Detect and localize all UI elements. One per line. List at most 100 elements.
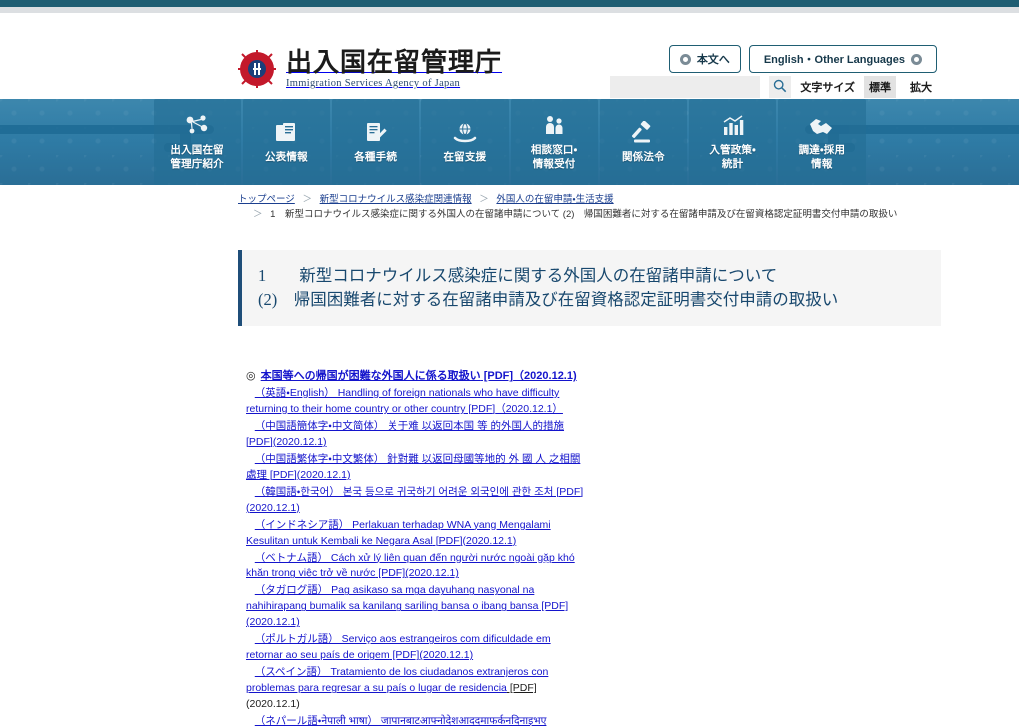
document-link-item: ◎ 本国等への帰国が困難な外国人に係る取扱い [PDF]（2020.12.1)	[246, 368, 586, 385]
pdf-date-zh-cn: (2020.12.1)	[272, 435, 327, 448]
top-accent-bar	[0, 0, 1019, 7]
breadcrumb-current: 1 新型コロナウイルス感染症に関する外国人の在留諸申請について (2) 帰国困難…	[270, 208, 898, 220]
language-switch-button[interactable]: English・Other Languages	[748, 45, 937, 73]
pdf-date-vi: (2020.12.1)	[405, 567, 459, 580]
nav-label: 調達・採用 情報	[798, 144, 846, 170]
pdf-date-ko: (2020.12.1)	[246, 501, 300, 514]
nav-label: 各種手続	[354, 150, 398, 163]
pdf-date-ja: （2020.12.1)	[513, 370, 577, 383]
breadcrumb-separator: ＞	[479, 194, 489, 205]
nav-item-consultation[interactable]: 相談窓口・ 情報受付	[510, 99, 598, 185]
nav-item-laws[interactable]: 関係法令	[599, 99, 687, 185]
document-link-item: （中国語簡体字・中文简体） 关于难 以返回本国 等 的外国人的措施 [PDF](…	[246, 419, 586, 451]
document-link-item: （インドネシア語） Perlakuan terhadap WNA yang Me…	[246, 518, 586, 550]
breadcrumb-line-1: トップページ ＞ 新型コロナウイルス感染症関連情報 ＞ 外国人の在留申請・生活支…	[238, 193, 1019, 208]
fontsize-normal-button[interactable]: 標準	[864, 76, 896, 98]
nav-label: 出入国在留 管理庁紹介	[170, 144, 224, 170]
document-link-list: ◎ 本国等への帰国が困難な外国人に係る取扱い [PDF]（2020.12.1) …	[246, 368, 586, 728]
nav-item-procedures[interactable]: 各種手続	[332, 99, 420, 185]
pdf-date-en: （2020.12.1）	[495, 402, 563, 415]
nav-label: 関係法令	[621, 150, 665, 163]
nav-item-residency-support[interactable]: 在留支援	[421, 99, 509, 185]
pdf-label-zh-tw[interactable]: [PDF]	[267, 469, 297, 481]
pdf-date-pt: (2020.12.1)	[419, 649, 474, 662]
bullet-icon	[679, 53, 691, 65]
header-utility-buttons: 本文へ English・Other Languages	[668, 45, 937, 73]
pdf-label-en[interactable]: [PDF]	[465, 403, 495, 415]
fontsize-label: 文字サイズ	[800, 82, 855, 94]
site-header: 出入国在留管理庁 Immigration Services Agency of …	[0, 13, 1019, 99]
search-box	[610, 76, 761, 98]
document-link-tl[interactable]: （タガログ語） Pag asikaso sa mga dayuhang nasy…	[246, 584, 538, 612]
pdf-label-tl[interactable]: [PDF]	[538, 600, 568, 612]
document-link-item: （韓国語・한국어） 본국 등으로 귀국하기 어려운 외국인에 관한 조처 [PD…	[246, 485, 586, 517]
site-logo[interactable]: 出入国在留管理庁 Immigration Services Agency of …	[238, 49, 502, 89]
org-name-en: Immigration Services Agency of Japan	[286, 78, 461, 90]
pdf-label-ko[interactable]: [PDF]	[553, 486, 583, 498]
bar-chart-icon	[721, 113, 745, 139]
breadcrumb-item-top[interactable]: トップページ	[238, 194, 295, 205]
nav-label: 在留支援	[443, 150, 487, 163]
breadcrumb-item-support[interactable]: 外国人の在留申請・生活支援	[496, 194, 613, 205]
document-link-item: （タガログ語） Pag asikaso sa mga dayuhang nasy…	[246, 583, 586, 631]
pdf-date-id: (2020.12.1)	[462, 534, 517, 547]
language-label: English・Other Languages	[763, 54, 905, 66]
document-link-item: （ネパール語・नेपाली भाषा） जापानबाटआफ्नोदेशआददम…	[246, 714, 586, 728]
breadcrumb-item-covid[interactable]: 新型コロナウイルス感染症関連情報	[320, 194, 472, 205]
nav-label: 相談窓口・ 情報受付	[530, 144, 578, 170]
document-link-item: （ベトナム語） Cách xử lý liên quan đến người n…	[246, 551, 586, 583]
breadcrumb-separator: ＞	[302, 194, 312, 205]
org-name-ja: 出入国在留管理庁	[286, 48, 503, 77]
pdf-label-vi[interactable]: [PDF]	[375, 567, 405, 579]
page-title-line-1: 1 新型コロナウイルス感染症に関する外国人の在留諸申請について	[258, 266, 778, 286]
breadcrumb: トップページ ＞ 新型コロナウイルス感染症関連情報 ＞ 外国人の在留申請・生活支…	[0, 185, 1019, 222]
document-link-ne[interactable]: （ネパール語・नेपाली भाषा） जापानबाटआफ्नोदेशआददम…	[246, 715, 547, 728]
documents-icon	[274, 120, 298, 146]
document-link-item: （中国語繁体字・中文繁体） 針對難 以返回母國等地的 外 國 人 之相關處理 […	[246, 452, 586, 484]
pdf-date-tl: (2020.12.1)	[246, 616, 300, 629]
search-input[interactable]	[610, 76, 761, 98]
page-title: 1 新型コロナウイルス感染症に関する外国人の在留諸申請について (2) 帰国困難…	[238, 250, 941, 327]
handshake-icon	[808, 113, 836, 139]
pdf-date-zh-tw: (2020.12.1)	[296, 468, 351, 481]
pdf-label-zh-cn[interactable]: [PDF]	[246, 436, 273, 448]
search-icon	[773, 79, 787, 96]
nav-item-policy-stats[interactable]: 入管政策・ 統計	[689, 99, 777, 185]
document-link-ko[interactable]: （韓国語・한국어） 본국 등으로 귀국하기 어려운 외국인에 관한 조처	[255, 486, 554, 498]
nav-item-org-intro[interactable]: 出入国在留 管理庁紹介	[153, 99, 241, 185]
document-link-ja[interactable]: 本国等への帰国が困難な外国人に係る取扱い	[261, 370, 481, 382]
pdf-label-id[interactable]: [PDF]	[433, 535, 463, 547]
global-navigation: 出入国在留 管理庁紹介 公表情報 各種手続 在留支援 相談窓口・ 情報受付 関係…	[0, 99, 1019, 185]
people-consult-icon	[542, 113, 566, 139]
document-link-es[interactable]: （スペイン語） Tratamiento de los ciudadanos ex…	[246, 666, 548, 694]
fontsize-large-button[interactable]: 拡大	[905, 76, 937, 98]
nav-label: 入管政策・ 統計	[709, 144, 756, 170]
bullet-icon	[911, 53, 922, 65]
nav-item-procurement[interactable]: 調達・採用 情報	[778, 99, 866, 185]
document-link-item: （英語・English） Handling of foreign nationa…	[246, 386, 586, 418]
skip-to-content-label: 本文へ	[696, 54, 730, 66]
agency-crest-icon	[238, 50, 276, 89]
form-pencil-icon	[364, 120, 388, 146]
document-link-item: （ポルトガル語） Serviço aos estrangeiros com di…	[246, 632, 586, 664]
nav-item-public-info[interactable]: 公表情報	[242, 99, 330, 185]
page-title-wrap: 1 新型コロナウイルス感染症に関する外国人の在留諸申請について (2) 帰国困難…	[0, 222, 1019, 327]
header-search-row: 文字サイズ 標準 拡大	[610, 76, 937, 98]
list-marker-icon: ◎	[246, 370, 259, 383]
document-link-zh-cn[interactable]: （中国語簡体字・中文简体） 关于难 以返回本国 等 的外国人的措施	[255, 420, 564, 432]
breadcrumb-separator: ＞	[253, 208, 263, 220]
pdf-label-es[interactable]: [PDF]	[507, 682, 537, 694]
skip-to-content-button[interactable]: 本文へ	[668, 45, 741, 73]
pdf-label-pt[interactable]: [PDF]	[390, 649, 420, 661]
search-button[interactable]	[769, 76, 792, 98]
globe-hand-icon	[452, 120, 478, 146]
pdf-label-ja[interactable]: [PDF]	[481, 370, 513, 382]
